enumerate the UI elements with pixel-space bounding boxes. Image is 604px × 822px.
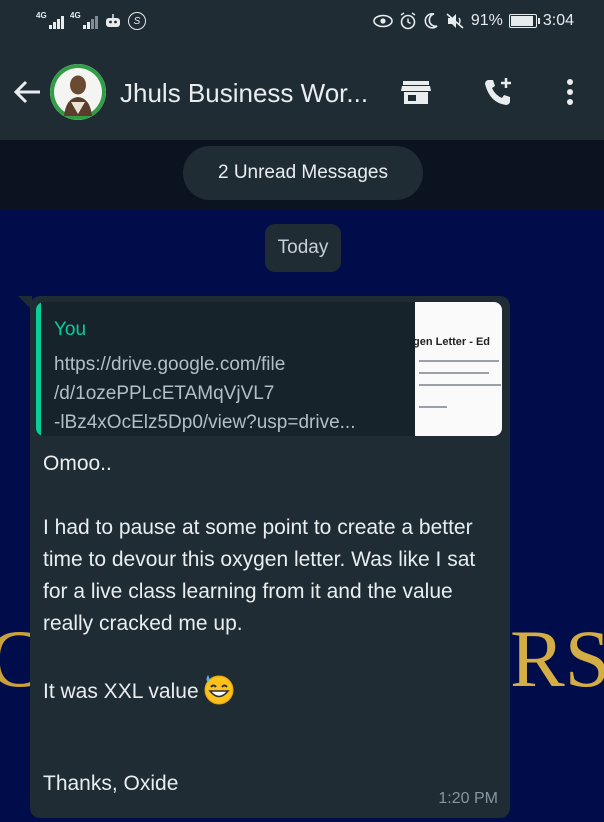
- unread-banner: 2 Unread Messages: [0, 140, 604, 210]
- clock: 3:04: [542, 12, 574, 29]
- signal-icon: 4G: [70, 11, 98, 29]
- chat-header: Jhuls Business Wor...: [0, 46, 604, 140]
- back-arrow-icon[interactable]: [10, 74, 46, 110]
- signal-icon: 4G: [36, 11, 64, 29]
- network-type-label: 4G: [70, 11, 81, 20]
- message-bubble[interactable]: You https://drive.google.com/file /d/1oz…: [18, 296, 510, 818]
- thumbnail-line: [419, 406, 447, 408]
- status-bar: 4G 4G S 91% 3:04: [0, 0, 604, 46]
- thumbnail-line: [419, 384, 501, 386]
- mute-icon: [446, 13, 464, 29]
- wallpaper-letter-right: RS: [510, 613, 604, 704]
- status-right: 91% 3:04: [373, 12, 574, 30]
- s-circle-icon: S: [128, 12, 146, 30]
- chat-title[interactable]: Jhuls Business Wor...: [120, 78, 368, 109]
- thumbnail-line: [419, 372, 489, 374]
- thumbnail-line: [419, 360, 499, 362]
- link-thumbnail: gen Letter - Ed: [415, 302, 502, 436]
- thumbnail-title: gen Letter - Ed: [415, 336, 491, 348]
- battery-percent: 91%: [470, 12, 503, 29]
- avatar-image: [50, 64, 106, 120]
- alarm-icon: [400, 12, 416, 30]
- battery-icon: [508, 14, 540, 28]
- quote-accent-bar: [36, 302, 41, 436]
- message-body: Omoo.. I had to pause at some point to c…: [43, 448, 499, 708]
- quote-sender: You: [54, 319, 87, 340]
- status-left: 4G 4G S: [36, 12, 146, 30]
- message-time: 1:20 PM: [438, 790, 498, 807]
- add-call-icon[interactable]: [480, 74, 516, 110]
- robot-icon: [106, 14, 120, 27]
- unread-count-label: 2 Unread Messages: [183, 146, 423, 200]
- avatar[interactable]: [50, 64, 106, 120]
- network-type-label: 4G: [36, 11, 47, 20]
- store-icon[interactable]: [398, 74, 434, 110]
- quote-link-text: https://drive.google.com/file /d/1ozePPL…: [54, 354, 356, 433]
- date-separator: Today: [265, 224, 341, 272]
- more-vert-icon[interactable]: [552, 74, 588, 110]
- message-closing: Thanks, Oxide: [43, 772, 179, 795]
- message-text: Omoo.. I had to pause at some point to c…: [43, 452, 476, 703]
- eye-icon: [373, 14, 393, 28]
- grinning-sweat-emoji: [204, 675, 234, 705]
- moon-icon: [424, 13, 438, 29]
- quoted-message[interactable]: You https://drive.google.com/file /d/1oz…: [36, 302, 502, 436]
